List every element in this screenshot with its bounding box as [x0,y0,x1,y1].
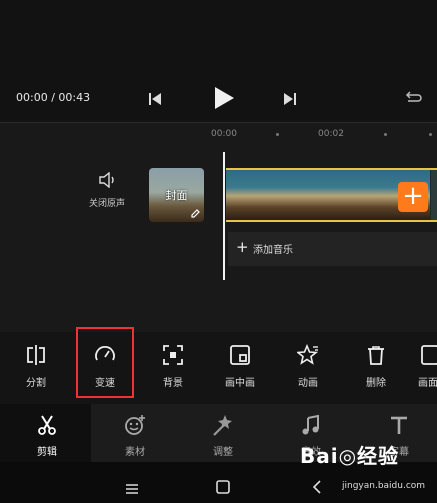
tool-label: 画中画 [225,378,255,389]
skip-next-icon [284,93,296,105]
animation-star-icon [297,344,319,365]
mute-original-audio-button[interactable]: 关闭原声 [80,171,134,209]
tool-label: 删除 [366,378,386,389]
skip-previous-icon [149,93,161,105]
tool-background-button[interactable]: 背景 [145,344,201,389]
speed-highlight-box [76,327,134,398]
tab-label: 调整 [213,447,233,458]
undo-icon [405,91,422,102]
tool-label: 画面 [418,378,437,389]
tab-label: 剪辑 [37,447,57,458]
home-square-icon [216,480,230,494]
skip-previous-button[interactable] [148,91,162,110]
clip-frame [328,170,363,220]
timeline-tick: 00:02 [318,129,344,139]
watermark-url: jingyan.baidu.com [342,481,426,491]
baidu-jingyan-watermark: Bai◎经验 [300,444,400,468]
back-nav-button[interactable] [312,479,322,498]
scissors-icon [38,415,56,435]
tab-adjust[interactable]: 调整 [193,414,253,458]
split-icon [27,345,45,365]
mute-label: 关闭原声 [88,199,125,209]
current-time: 00:00 [16,91,48,104]
tool-frame-button[interactable]: 画面 [412,344,437,389]
timeline-dot [384,133,387,136]
cover-thumbnail[interactable]: 封面 [149,168,204,222]
tool-pip-button[interactable]: 画中画 [212,344,268,389]
tab-edit[interactable]: 剪辑 [17,414,77,458]
timeline-panel [0,122,437,333]
add-music-label: 添加音乐 [253,245,293,256]
smiley-plus-icon [125,415,145,435]
menu-nav-button[interactable] [125,480,139,499]
tab-label: 素材 [125,447,145,458]
back-chevron-icon [312,480,321,494]
timeline-tick: 00:00 [211,129,237,139]
home-nav-button[interactable] [216,479,230,498]
play-icon [215,87,234,109]
clip-frame [226,170,261,220]
menu-icon [126,484,138,494]
playhead[interactable] [223,152,225,280]
undo-button[interactable] [405,89,423,109]
add-music-button[interactable]: + 添加音乐 [228,232,437,266]
tool-label: 分割 [26,378,46,389]
plus-icon: + [236,238,249,256]
add-clip-button[interactable]: + [398,182,428,212]
tool-animation-button[interactable]: 动画 [280,344,336,389]
magic-wand-icon [213,415,232,436]
time-readout: 00:00 / 00:43 [16,91,90,104]
music-note-icon [302,414,319,435]
speaker-icon [99,171,114,189]
clip-frame [260,170,295,220]
time-separator: / [47,91,59,104]
edit-pencil-icon [191,209,200,218]
trash-icon [368,346,384,365]
frame-icon [421,345,437,365]
total-time: 00:43 [58,91,91,104]
skip-next-button[interactable] [283,91,297,110]
clip-frame [294,170,329,220]
text-icon [391,416,407,434]
timeline-dot [276,133,279,136]
tool-label: 动画 [298,378,318,389]
picture-in-picture-icon [230,345,250,365]
play-button[interactable] [213,86,235,114]
tool-split-button[interactable]: 分割 [8,344,64,389]
tool-label: 背景 [163,378,183,389]
background-icon [163,345,183,365]
cover-label: 封面 [165,189,188,202]
clip-frame [362,170,397,220]
timeline-dot [429,133,432,136]
tool-delete-button[interactable]: 删除 [348,344,404,389]
tab-material[interactable]: 素材 [105,414,165,458]
